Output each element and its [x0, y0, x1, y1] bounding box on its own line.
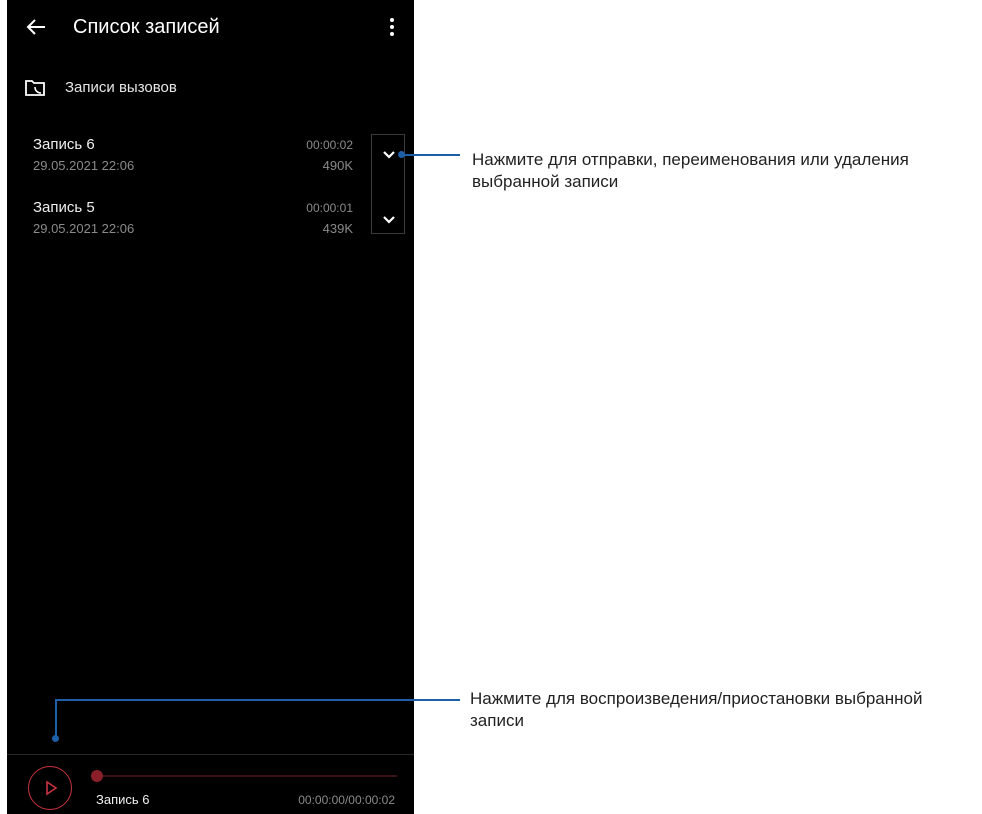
recording-date: 29.05.2021 22:06: [33, 158, 135, 173]
recording-size: 490K: [322, 158, 353, 173]
callout-line-play: [55, 699, 460, 701]
chevron-down-icon[interactable]: [378, 208, 400, 230]
callout-line-expand: [402, 154, 460, 156]
recording-name: Запись 6: [33, 136, 95, 153]
callout-play: Нажмите для воспроизведения/приостановки…: [470, 689, 923, 730]
recording-size: 439K: [322, 221, 353, 236]
play-icon: [46, 780, 58, 796]
player-time: 00:00:00/00:00:02: [298, 793, 395, 807]
seek-bar[interactable]: [97, 775, 397, 777]
recording-item[interactable]: Запись 6 29.05.2021 22:06 00:00:02 490K: [7, 136, 367, 184]
more-vertical-icon[interactable]: [387, 16, 397, 38]
folder-label: Записи вызовов: [65, 79, 177, 96]
recording-duration: 00:00:02: [306, 138, 353, 152]
app-bar: Список записей: [7, 0, 414, 58]
callout-expand: Нажмите для отправки, переименования или…: [472, 150, 909, 191]
play-button[interactable]: [28, 766, 72, 810]
recording-date: 29.05.2021 22:06: [33, 221, 135, 236]
seek-handle[interactable]: [91, 770, 103, 782]
player-recording-name: Запись 6: [96, 792, 150, 807]
folder-call-records[interactable]: Записи вызовов: [7, 70, 414, 106]
recording-item[interactable]: Запись 5 29.05.2021 22:06 00:00:01 439K: [7, 199, 367, 247]
recording-duration: 00:00:01: [306, 201, 353, 215]
expand-buttons-column: [371, 134, 405, 234]
callout-line-play-vertical: [55, 699, 57, 738]
arrow-left-icon[interactable]: [25, 16, 47, 38]
player-divider: [7, 754, 414, 755]
call-folder-icon: [25, 80, 45, 96]
phone-screen: Список записей Записи вызовов Запись 6 2…: [7, 0, 414, 814]
recording-name: Запись 5: [33, 199, 95, 216]
page-title: Список записей: [73, 16, 220, 38]
chevron-down-icon[interactable]: [378, 143, 400, 165]
